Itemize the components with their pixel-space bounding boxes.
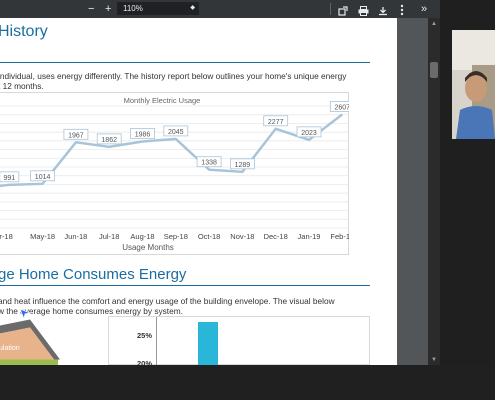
monthly-usage-chart: 991 1014 1967 1862 1986 2045 1338 1289 2277 2023 2… xyxy=(0,101,349,252)
download-icon[interactable] xyxy=(378,4,388,18)
x-tick-label: Sep-18 xyxy=(164,232,188,241)
x-tick-label: Feb-19 xyxy=(330,232,349,241)
bottom-bar xyxy=(0,365,495,400)
zoom-out-button[interactable]: − xyxy=(88,2,94,16)
vertical-scrollbar[interactable]: ▲ ▼ xyxy=(428,18,440,365)
y-tick-25: 25% xyxy=(137,331,153,340)
x-tick-labels: pr-18 May-18 Jun-18 Jul-18 Aug-18 Sep-18 Oct-1… xyxy=(0,232,349,241)
x-tick-label: Jun-18 xyxy=(64,232,87,241)
x-tick-label: Aug-18 xyxy=(130,232,154,241)
chevron-updown-icon: ◆ xyxy=(190,5,195,11)
section-heading-history: History xyxy=(0,23,48,40)
webcam-video xyxy=(452,30,495,139)
data-label-text: 2023 xyxy=(301,130,317,137)
data-label-text: 1862 xyxy=(101,137,117,144)
data-label-text: 1014 xyxy=(35,174,51,181)
zoom-in-button[interactable]: + xyxy=(105,2,111,16)
x-tick-label: pr-18 xyxy=(0,232,13,241)
data-label: 2277 xyxy=(263,115,289,127)
data-label: 1289 xyxy=(229,158,255,170)
more-vert-icon[interactable] xyxy=(400,3,404,17)
x-tick-label: Jan-19 xyxy=(298,232,321,241)
zoom-select[interactable]: 110% ◆ xyxy=(117,2,199,15)
house-illustration xyxy=(0,319,60,367)
x-tick-label: Nov-18 xyxy=(230,232,254,241)
data-label: 2607 xyxy=(329,101,349,112)
pdf-toolbar: − + 110% ◆ » xyxy=(0,0,440,18)
scroll-up-icon[interactable]: ▲ xyxy=(431,21,437,27)
bar-heating xyxy=(198,322,218,366)
x-axis-label: Usage Months xyxy=(122,243,174,252)
data-label: 2023 xyxy=(296,126,322,138)
data-label: 1014 xyxy=(30,170,56,182)
x-tick-label: May-18 xyxy=(30,232,55,241)
data-label-text: 2277 xyxy=(268,119,284,126)
rotate-icon[interactable] xyxy=(338,4,348,18)
scroll-thumb[interactable] xyxy=(430,62,438,78)
chevron-double-right-icon[interactable]: » xyxy=(421,2,427,16)
toolbar-divider xyxy=(330,3,331,15)
data-label: 2045 xyxy=(163,125,189,137)
data-label-text: 1289 xyxy=(235,162,251,169)
data-label-text: 991 xyxy=(3,175,15,182)
intro-line-2: t 12 months. xyxy=(0,81,44,91)
x-tick-label: Dec-18 xyxy=(264,232,288,241)
data-label: 1862 xyxy=(96,133,122,145)
heading-rule xyxy=(0,62,370,63)
section-heading-consumption: ge Home Consumes Energy xyxy=(0,266,187,283)
pointer-cursor-icon xyxy=(19,308,31,320)
x-tick-label: Jul-18 xyxy=(99,232,119,241)
y-axis xyxy=(156,317,157,366)
chart-grid xyxy=(0,105,349,229)
data-label-text: 1986 xyxy=(135,131,151,138)
system-usage-chart: 25% 20% xyxy=(108,316,370,368)
data-label-text: 2045 xyxy=(168,129,184,136)
intro-line-1: individual, uses energy differently. The… xyxy=(0,71,347,81)
consumption-line-1: and heat influence the comfort and energ… xyxy=(0,296,335,306)
data-label-text: 1967 xyxy=(68,132,84,139)
data-label: 991 xyxy=(0,171,20,183)
data-label-text: 2607 xyxy=(335,104,349,111)
print-icon[interactable] xyxy=(358,4,369,18)
data-label: 1967 xyxy=(63,128,89,140)
data-label: 1338 xyxy=(196,156,222,168)
data-label: 1986 xyxy=(130,128,155,139)
x-tick-label: Oct-18 xyxy=(198,232,221,241)
heading-rule-2 xyxy=(0,285,370,286)
insulation-label: ulation xyxy=(0,345,20,352)
scroll-down-icon[interactable]: ▼ xyxy=(431,357,437,363)
zoom-value: 110% xyxy=(123,4,143,13)
data-label-text: 1338 xyxy=(201,160,217,167)
